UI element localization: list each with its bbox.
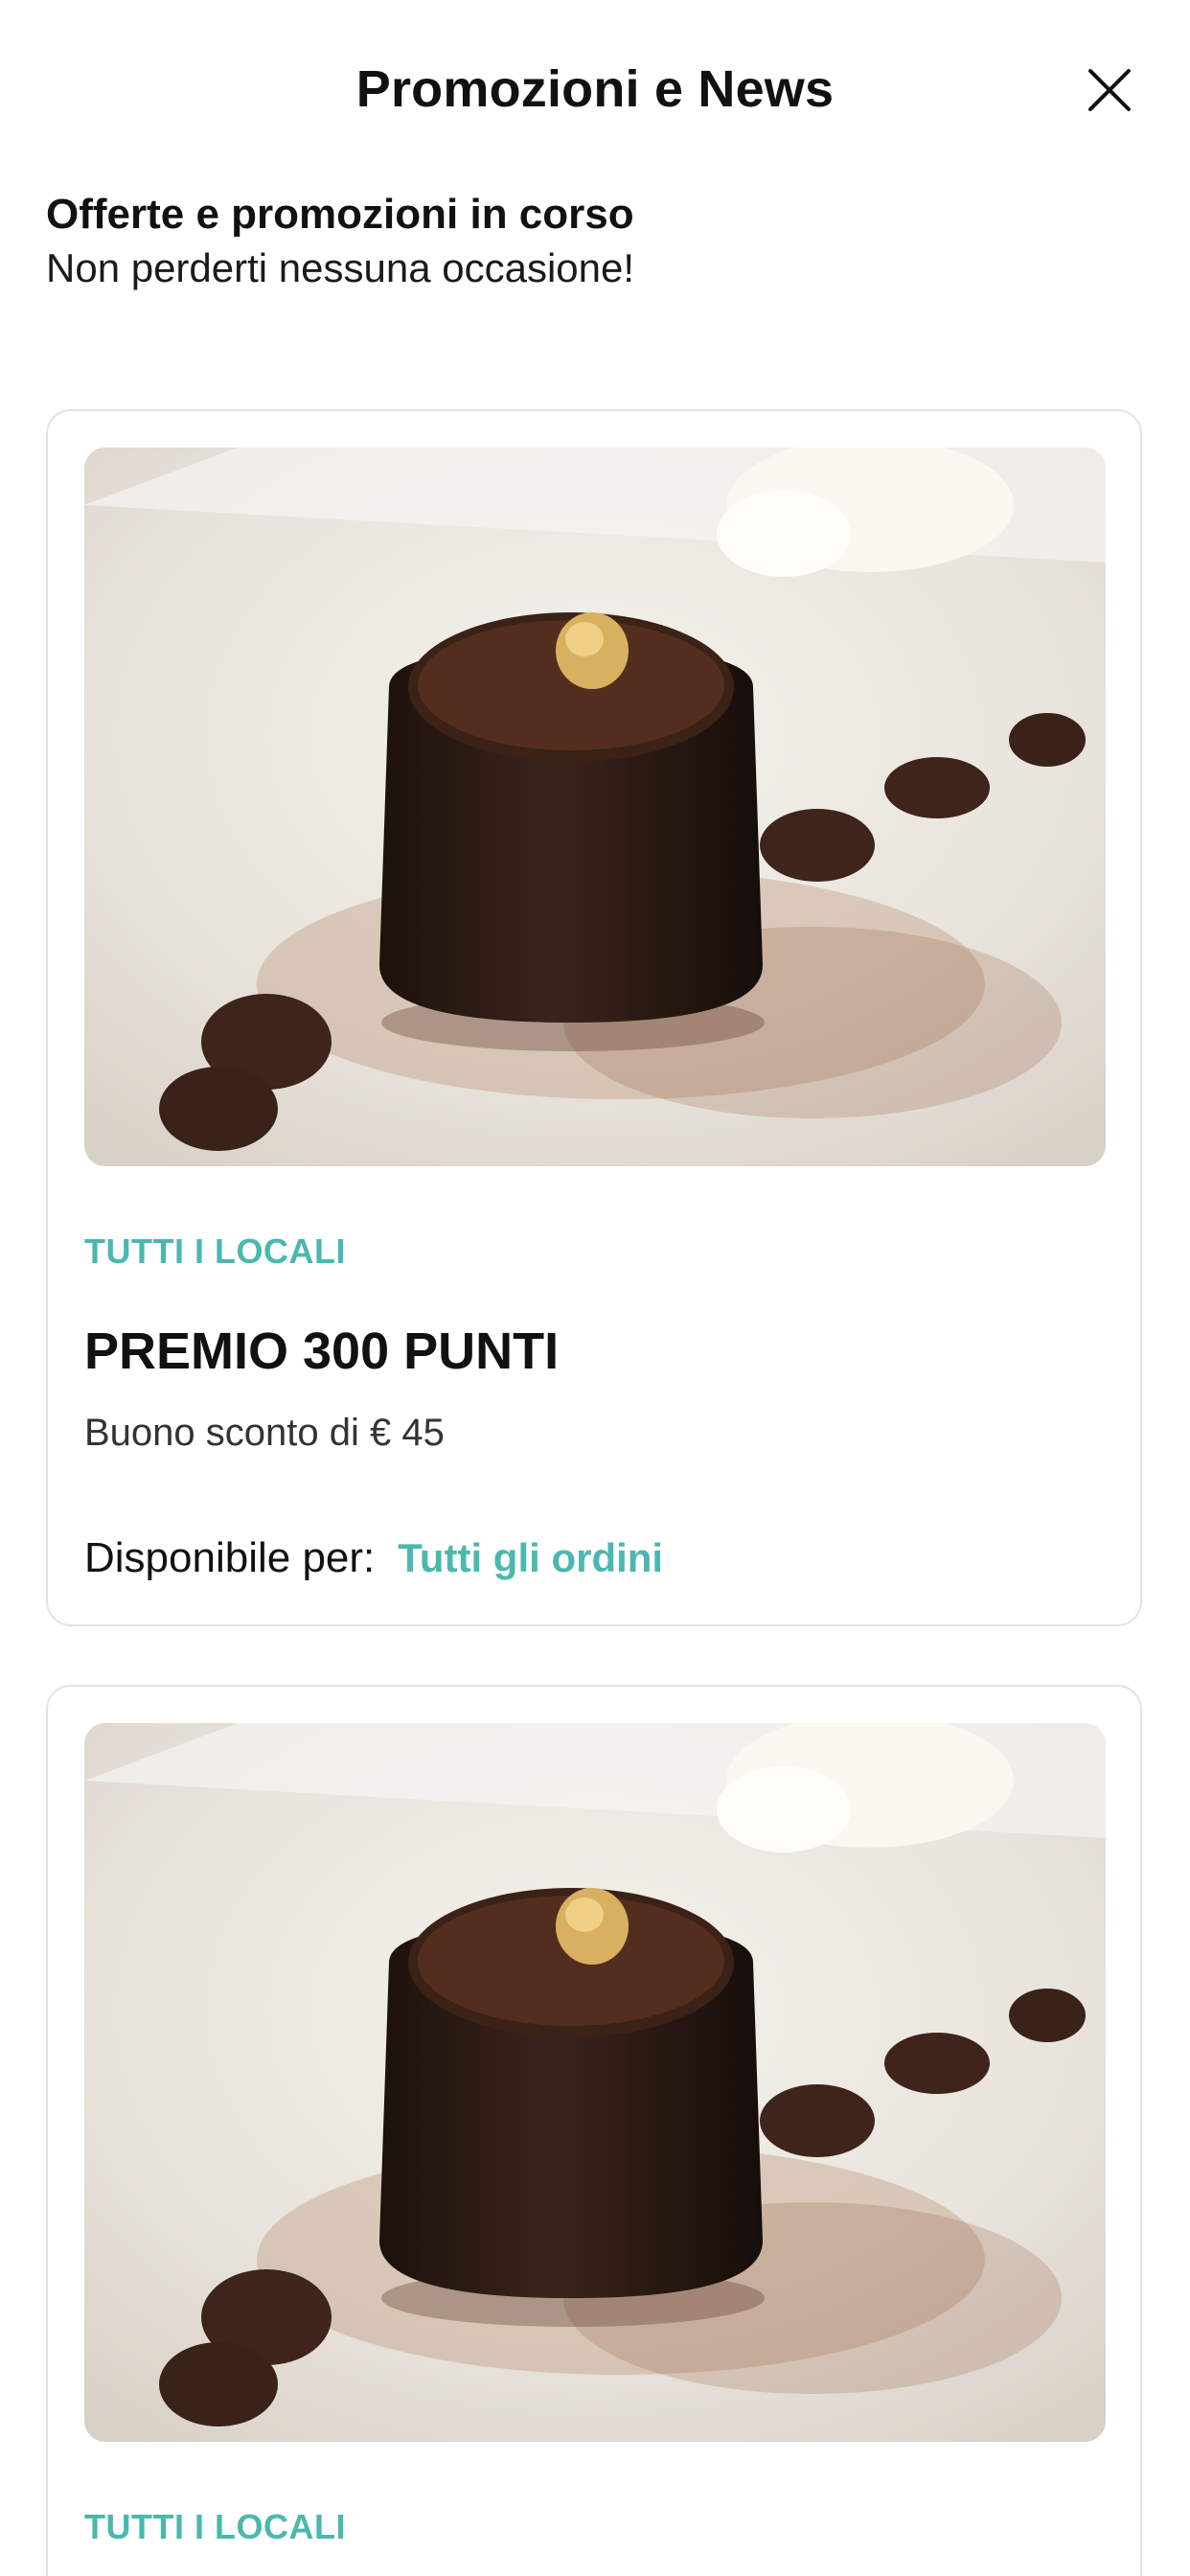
promotion-location: TUTTI I LOCALI (84, 1231, 346, 1271)
availability-value: Tutti gli ordini (398, 1535, 664, 1580)
chocolate-dessert-image (84, 1723, 1106, 2442)
page-title: Promozioni e News (355, 60, 835, 118)
promotion-location: TUTTI I LOCALI (84, 2507, 346, 2546)
promotion-card[interactable]: TUTTI I LOCALI (46, 1685, 1142, 2576)
header: Promozioni e News (0, 0, 1190, 192)
close-icon (1088, 69, 1131, 111)
section-subtitle: Non perderti nessuna occasione! (46, 245, 635, 290)
chocolate-dessert-image (84, 448, 1106, 1166)
availability-label: Disponibile per: (84, 1534, 376, 1581)
close-button[interactable] (1083, 63, 1136, 117)
promotion-card[interactable]: TUTTI I LOCALI PREMIO 300 PUNTI Buono sc… (46, 409, 1142, 1626)
promotion-availability: Disponibile per: Tutti gli ordini (84, 1534, 663, 1582)
promotion-title: PREMIO 300 PUNTI (84, 1322, 560, 1380)
promotions-page: Promozioni e News Offerte e promozioni i… (0, 0, 1190, 2576)
promotion-description: Buono sconto di € 45 (84, 1412, 445, 1454)
section-title: Offerte e promozioni in corso (46, 191, 634, 238)
intro-section: Offerte e promozioni in corso Non perder… (46, 188, 1144, 295)
